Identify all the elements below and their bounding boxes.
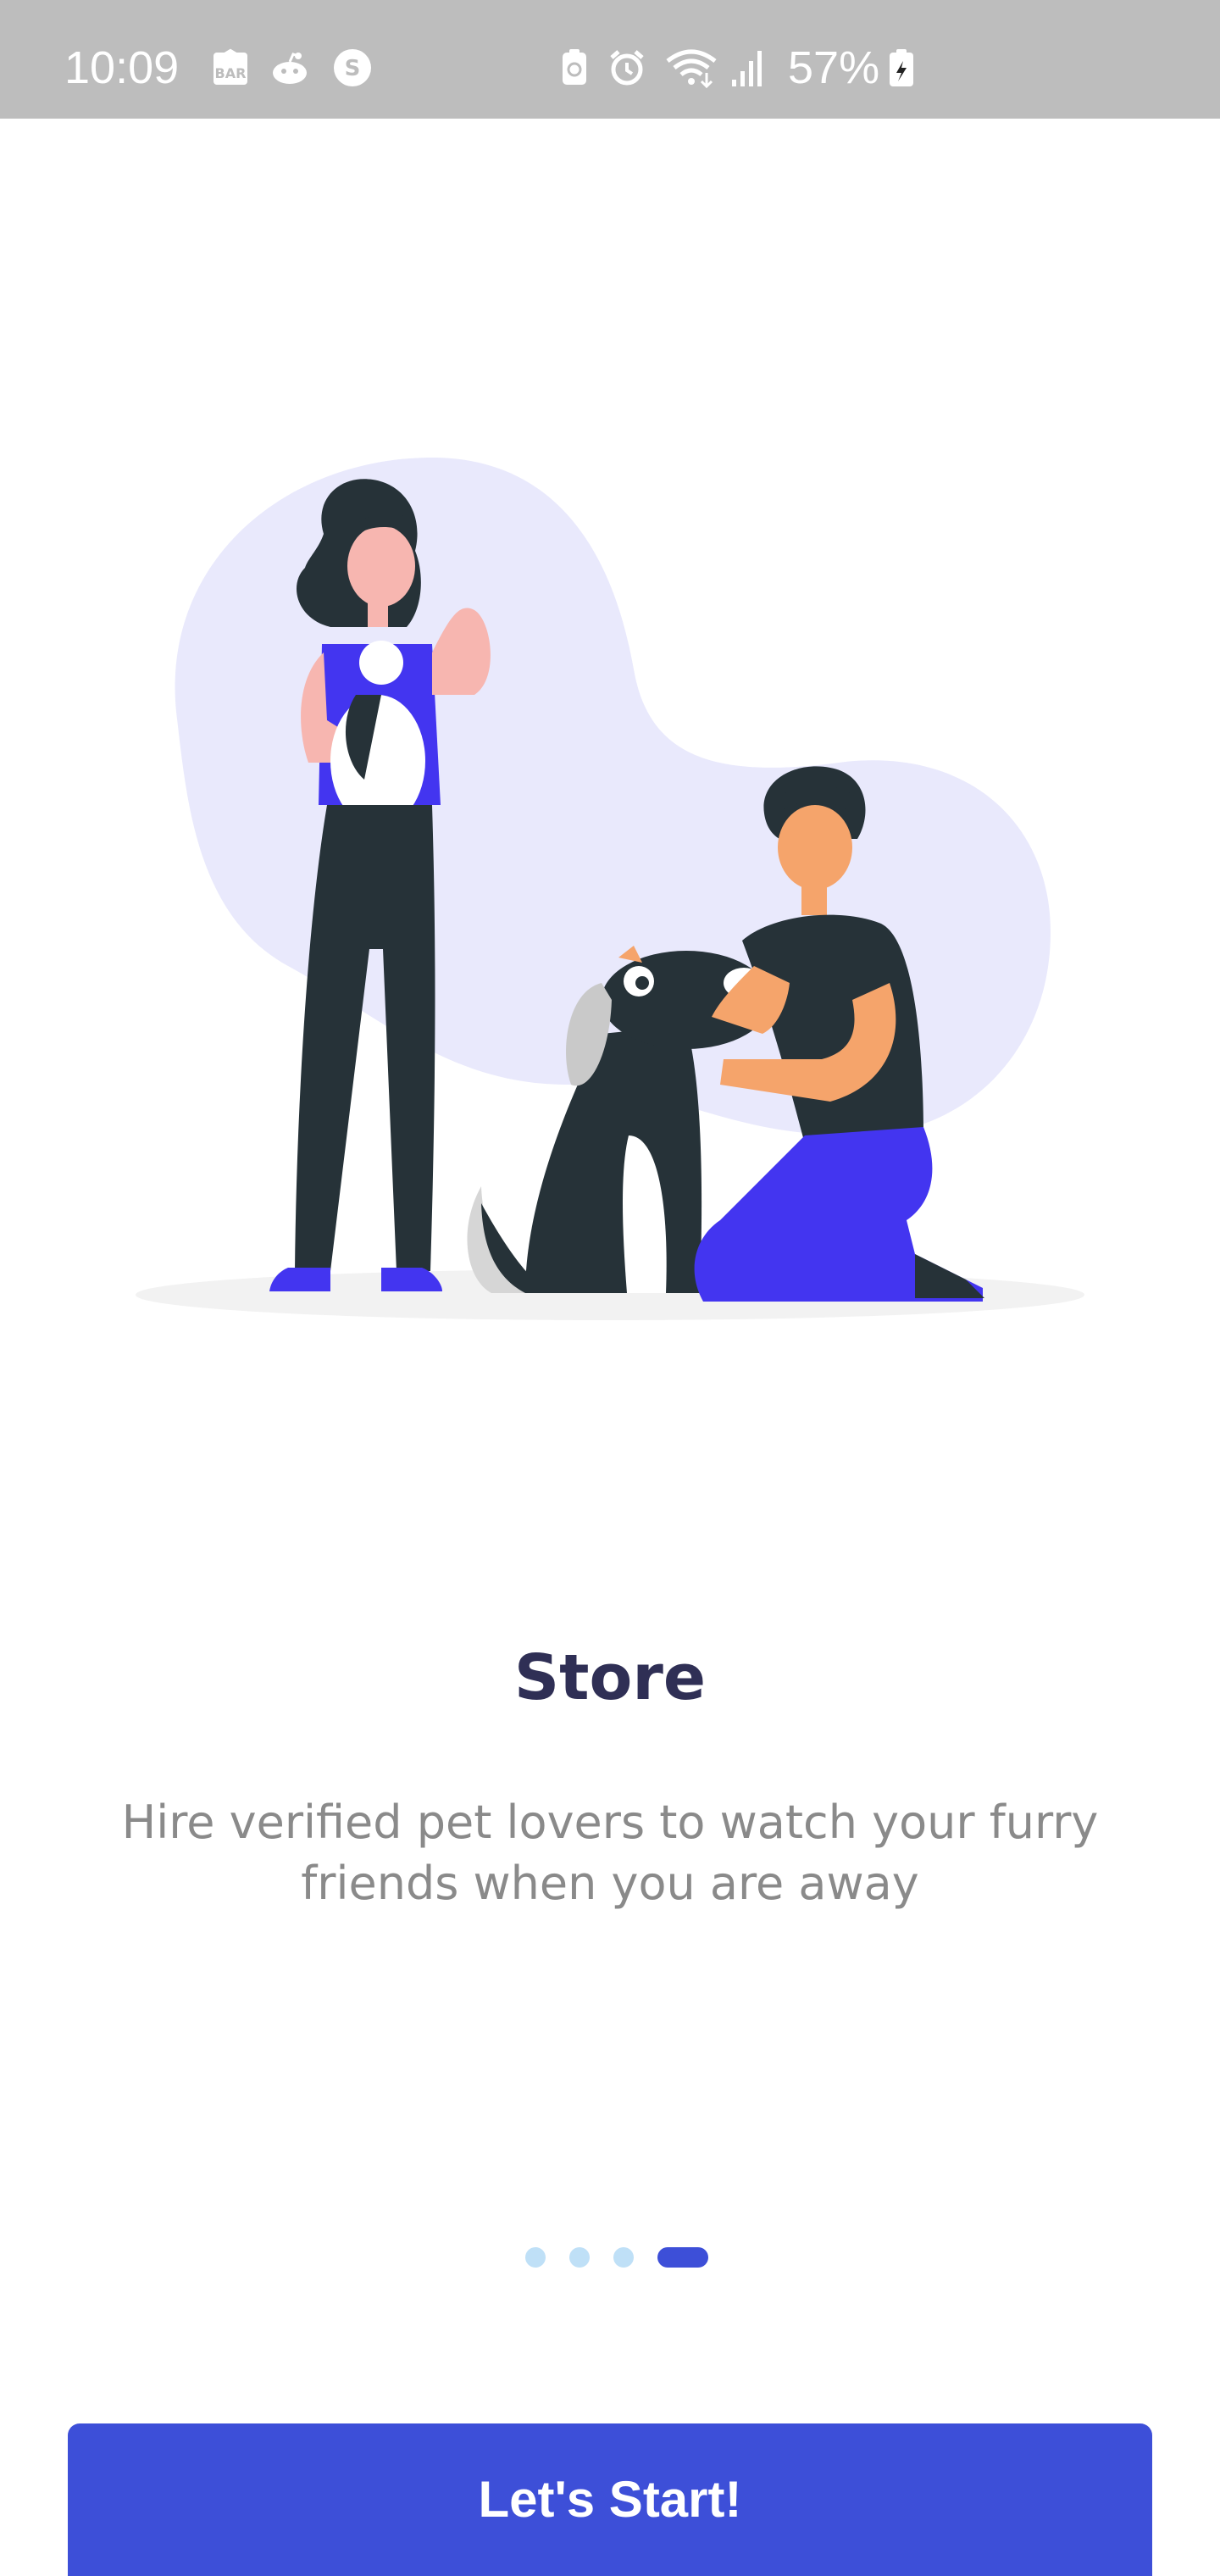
alarm-icon (610, 50, 644, 86)
svg-text:BAR: BAR (215, 65, 247, 81)
page-dot-1[interactable] (525, 2247, 546, 2268)
reddit-icon (273, 53, 307, 84)
pet-sitters-illustration (136, 458, 1084, 1320)
svg-text:S: S (345, 56, 361, 81)
battery-percent: 57% (788, 42, 880, 93)
bar-app-icon: BAR (214, 48, 247, 85)
battery-saver-icon (563, 49, 586, 85)
status-bar: 10:09 BAR S 57% (0, 0, 1220, 119)
lets-start-button[interactable]: Let's Start! (68, 2423, 1152, 2576)
status-time: 10:09 (64, 42, 180, 93)
s-app-icon: S (334, 49, 371, 86)
wifi-icon (666, 49, 717, 88)
page-dot-3[interactable] (613, 2247, 634, 2268)
page-subtitle: Hire verified pet lovers to watch your f… (121, 1796, 1099, 1910)
page-dot-2[interactable] (569, 2247, 590, 2268)
page-title: Store (513, 1641, 707, 1714)
page-indicator (525, 2247, 708, 2268)
signal-icon (732, 51, 762, 86)
page-dot-4-active[interactable] (657, 2247, 708, 2268)
battery-icon (890, 49, 913, 86)
